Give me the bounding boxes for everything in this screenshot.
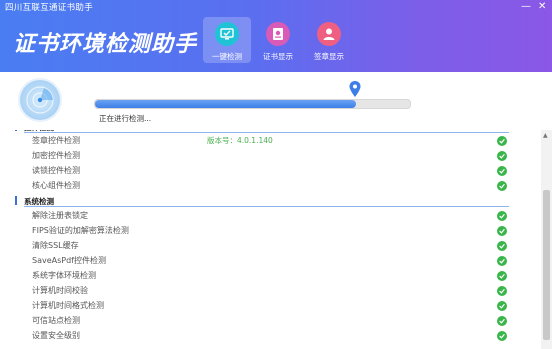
check-item-label: 核心组件检测 <box>32 181 80 190</box>
check-success-icon <box>497 316 507 326</box>
certificate-icon <box>266 22 290 46</box>
check-item-label: SaveAsPdf控件检测 <box>32 256 106 265</box>
minimize-button[interactable]: — <box>521 1 531 13</box>
progress-marker-icon <box>349 81 361 97</box>
check-success-icon <box>497 241 507 251</box>
check-success-icon <box>497 331 507 341</box>
check-success-icon <box>497 166 507 176</box>
check-item-label: 解除注册表锁定 <box>32 211 88 220</box>
list-item: 解除注册表锁定 <box>0 209 541 223</box>
progress-bar <box>94 99 411 109</box>
check-success-icon <box>497 256 507 266</box>
list-item: 可信站点检测 <box>0 314 541 328</box>
version-text: 版本号：4.0.1.140 <box>207 136 273 145</box>
check-item-label: 计算机时间格式检测 <box>32 301 104 310</box>
check-item-label: 可信站点检测 <box>32 316 80 325</box>
list-item: 清除SSL缓存 <box>0 239 541 253</box>
list-item: 系统字体环境检测 <box>0 269 541 283</box>
tab-label: 签章显示 <box>314 52 344 61</box>
scroll-up-icon[interactable]: ▲ <box>543 132 548 139</box>
check-item-label: 读锁控件检测 <box>32 166 80 175</box>
list-item: SaveAsPdf控件检测 <box>0 254 541 268</box>
section-marker <box>15 130 17 131</box>
radar-scan-icon <box>20 80 60 120</box>
scroll-thumb[interactable] <box>543 190 550 340</box>
check-success-icon <box>497 211 507 221</box>
header-banner: 四川互联互通证书助手 — ✕ 证书环境检测助手 一键检测 证书显示 签章显示 <box>0 0 552 72</box>
section-header: 系统检测 <box>15 196 509 207</box>
close-button[interactable]: ✕ <box>538 1 546 13</box>
check-success-icon <box>497 151 507 161</box>
status-text: 正在进行检测... <box>99 114 152 123</box>
check-item-label: 计算机时间校验 <box>32 286 88 295</box>
check-item-label: 签章控件检测 <box>32 136 80 145</box>
check-success-icon <box>497 136 507 146</box>
check-item-label: 系统字体环境检测 <box>32 271 96 280</box>
tab-label: 一键检测 <box>212 52 242 61</box>
section-divider <box>24 132 509 133</box>
check-item-label: 清除SSL缓存 <box>32 241 79 250</box>
section-marker <box>15 196 17 205</box>
check-list: 控件检测签章控件检测 版本号：4.0.1.140 加密控件检测读锁控件检测核心组件检… <box>0 130 541 349</box>
list-item: 计算机时间校验 <box>0 284 541 298</box>
status-panel: 正在进行检测... <box>0 72 552 130</box>
list-item: 设置安全级别 <box>0 329 541 343</box>
check-success-icon <box>497 181 507 191</box>
section-divider <box>24 206 509 207</box>
section-header: 控件检测 <box>15 130 509 133</box>
check-success-icon <box>497 271 507 281</box>
check-success-icon <box>497 226 507 236</box>
list-item: 核心组件检测 <box>0 179 541 193</box>
scrollbar[interactable]: ▲ <box>541 130 552 349</box>
check-item-label: 加密控件检测 <box>32 151 80 160</box>
window-title: 四川互联互通证书助手 <box>5 3 94 13</box>
progress-fill <box>95 100 357 108</box>
list-item: 加密控件检测 <box>0 149 541 163</box>
tab-certificate-display[interactable]: 证书显示 <box>254 17 302 63</box>
list-item: FIPS验证的加解密算法检测 <box>0 224 541 238</box>
tab-seal-display[interactable]: 签章显示 <box>305 17 353 63</box>
list-item: 签章控件检测 版本号：4.0.1.140 <box>0 134 541 148</box>
tab-label: 证书显示 <box>263 52 293 61</box>
check-item-label: 设置安全级别 <box>32 331 80 340</box>
user-seal-icon <box>317 22 341 46</box>
monitor-check-icon <box>215 22 239 46</box>
list-item: 计算机时间格式检测 <box>0 299 541 313</box>
list-item: 读锁控件检测 <box>0 164 541 178</box>
check-success-icon <box>497 301 507 311</box>
check-item-label: FIPS验证的加解密算法检测 <box>32 226 129 235</box>
check-success-icon <box>497 286 507 296</box>
app-name: 证书环境检测助手 <box>13 32 198 57</box>
tab-one-click-check[interactable]: 一键检测 <box>203 17 251 63</box>
